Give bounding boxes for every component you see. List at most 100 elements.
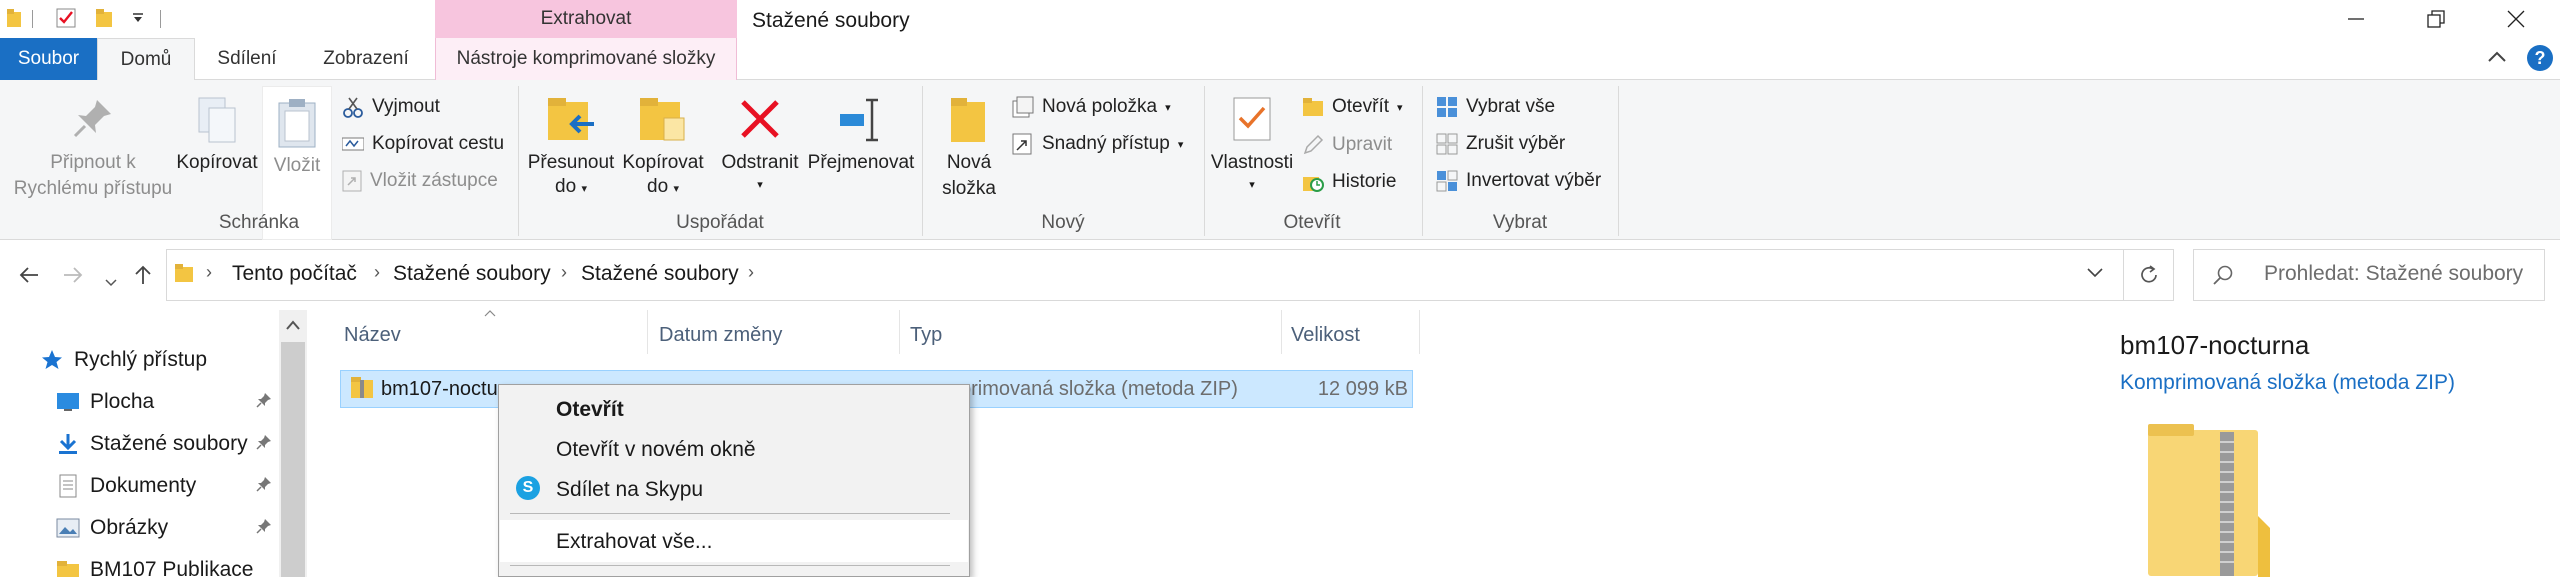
history-label: Historie [1332,171,1397,192]
skype-icon: S [516,476,540,500]
nav-desktop[interactable]: Plocha [56,382,154,422]
nav-quick-access-label: Rychlý přístup [74,348,208,371]
breadcrumb-downloads[interactable]: Stažené soubory [393,262,551,286]
sort-ascending-icon [484,306,496,320]
dropdown-arrow-icon: ▾ [581,183,587,195]
cut-button[interactable]: Vyjmout [342,92,440,122]
toolbar-separator [160,10,161,28]
breadcrumb-chevron-icon[interactable]: › [206,262,212,283]
menu-item-extract-all[interactable]: Extrahovat vše... [556,530,712,554]
edit-button[interactable]: Upravit [1302,130,1392,160]
preview-title: bm107-nocturna [2120,330,2310,360]
pin-quick-access-button[interactable]: Připnout k Rychlému přístupu [0,96,186,200]
history-button[interactable]: Historie [1302,167,1396,197]
column-size[interactable]: Velikost [1291,324,1360,347]
menu-item-share-skype[interactable]: Sdílet na Skypu [556,478,703,502]
easy-access-button[interactable]: Snadný přístup ▾ [1012,129,1183,159]
select-all-button[interactable]: Vybrat vše [1436,92,1555,122]
pin-icon[interactable] [256,392,272,412]
open-button[interactable]: Otevřít ▾ [1302,92,1403,122]
new-folder-icon[interactable] [94,8,114,28]
tab-home[interactable]: Domů [97,38,195,81]
pin-icon[interactable] [256,476,272,496]
file-name[interactable]: bm107-noctu [381,378,498,401]
select-none-button[interactable]: Zrušit výběr [1436,129,1565,159]
cut-label: Vyjmout [372,96,440,117]
pictures-icon [56,518,80,538]
tab-share[interactable]: Sdílení [195,38,299,80]
new-folder-button[interactable]: Nová složka [928,94,1010,200]
zip-folder-preview-icon [2146,420,2270,577]
copy-to-button[interactable]: Kopírovat do ▾ [616,94,710,198]
search-input[interactable]: Prohledat: Stažené soubory [2264,262,2523,286]
close-icon [2507,10,2525,28]
scroll-up-icon[interactable] [285,318,301,336]
properties-icon[interactable] [56,8,76,28]
restore-button[interactable] [2396,0,2476,38]
properties-button[interactable]: Vlastnosti ▾ [1204,94,1300,191]
up-arrow-icon [135,265,151,284]
context-tab-extract[interactable]: Extrahovat [435,0,737,38]
copy-button[interactable]: Kopírovat [172,96,262,174]
breadcrumb-chevron-icon[interactable]: › [748,262,754,283]
column-date-modified[interactable]: Datum změny [659,324,782,347]
close-button[interactable] [2476,0,2556,38]
menu-item-open-new-window[interactable]: Otevřít v novém okně [556,438,756,462]
breadcrumb-chevron-icon[interactable]: › [374,262,380,283]
column-divider[interactable] [647,310,648,354]
breadcrumb-this-pc[interactable]: Tento počítač [232,262,357,286]
new-folder-label-2: složka [942,178,996,199]
nav-documents[interactable]: Dokumenty [56,466,196,506]
breadcrumb-chevron-icon[interactable]: › [561,262,567,283]
back-button[interactable] [14,262,44,293]
dropdown-arrow-icon: ▾ [1249,179,1255,191]
pin-icon[interactable] [256,518,272,538]
download-icon [59,434,77,454]
title-bar [0,0,2560,38]
column-divider[interactable] [899,310,900,354]
nav-downloads[interactable]: Stažené soubory [56,424,248,464]
collapse-ribbon-icon[interactable] [2486,46,2508,74]
invert-selection-button[interactable]: Invertovat výběr [1436,166,1601,196]
history-icon [1303,177,1324,192]
forward-button[interactable] [58,262,88,293]
delete-button[interactable]: Odstranit ▾ [714,94,806,191]
breadcrumb-downloads-current[interactable]: Stažené soubory [581,262,739,286]
paste-shortcut-button[interactable]: Vložit zástupce [342,166,498,196]
minimize-button[interactable] [2316,0,2396,38]
pin-label-1: Připnout k [50,152,136,173]
move-to-label-1: Přesunout [527,152,615,173]
select-all-label: Vybrat vše [1466,96,1556,117]
column-divider[interactable] [1419,310,1420,354]
group-label-select: Vybrat [1492,212,1548,233]
move-to-button[interactable]: Přesunout do ▾ [524,94,618,198]
column-type[interactable]: Typ [910,324,942,347]
address-dropdown-icon[interactable] [2086,266,2104,285]
group-label-new: Nový [1041,212,1085,233]
recent-locations-button[interactable] [96,266,126,297]
nav-pictures[interactable]: Obrázky [56,508,168,548]
open-folder-icon [1303,98,1323,116]
refresh-button[interactable] [2124,249,2174,301]
nav-bm107-publikace[interactable]: BM107 Publikace [56,550,253,577]
help-icon[interactable]: ? [2527,45,2553,71]
nav-quick-access[interactable]: Rychlý přístup [40,340,207,380]
customize-toolbar-icon[interactable] [128,8,148,28]
nav-pictures-label: Obrázky [90,516,169,539]
new-item-button[interactable]: Nová položka ▾ [1012,92,1171,122]
tab-file[interactable]: Soubor [0,38,97,80]
menu-item-open[interactable]: Otevřít [556,398,624,422]
select-none-label: Zrušit výběr [1466,133,1566,154]
rename-button[interactable]: Přejmenovat [804,94,918,174]
paste-label: Vložit [273,155,321,176]
navpane-scroll-thumb[interactable] [281,342,305,577]
copy-path-button[interactable]: Kopírovat cestu [342,129,504,159]
column-divider[interactable] [1281,310,1282,354]
pin-icon[interactable] [256,434,272,454]
up-button[interactable] [128,262,158,293]
scissors-icon [343,97,363,118]
tab-compressed-folder-tools[interactable]: Nástroje komprimované složky [435,38,737,80]
column-name[interactable]: Název [344,324,401,347]
tab-view[interactable]: Zobrazení [303,38,429,80]
group-label-clipboard: Schránka [218,212,300,233]
